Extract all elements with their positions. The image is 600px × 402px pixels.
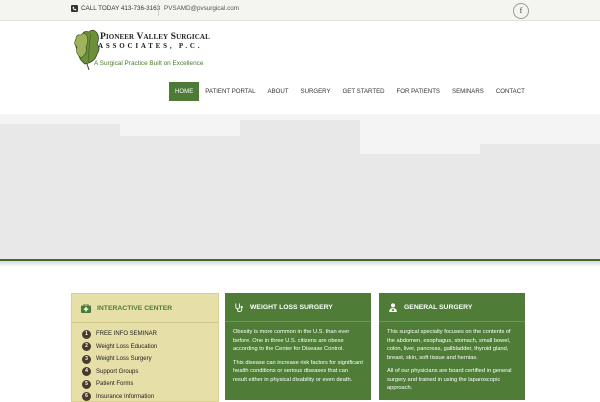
top-bar: CALL TODAY 413-736-3163 PVSAMD@pvsurgica… [0, 0, 600, 21]
card-title: GENERAL SURGERY [404, 304, 472, 311]
brand-name-line2[interactable]: ASSOCIATES, P.C. [98, 42, 202, 50]
nav-surgery[interactable]: SURGERY [295, 82, 337, 101]
email-link[interactable]: PVSAMD@pvsurgical.com [164, 5, 239, 12]
card-header: INTERACTIVE CENTER [72, 294, 218, 323]
hero-shadow [0, 261, 600, 267]
general-surgery-card: GENERAL SURGERY This surgical specialty … [379, 293, 525, 400]
weight-loss-surgery-card: WEIGHT LOSS SURGERY Obesity is more comm… [225, 293, 371, 400]
number-badge: 4 [82, 367, 91, 376]
list-item[interactable]: 5 Patient Forms [82, 378, 208, 391]
card-paragraph: All of our physicians are board certifie… [387, 367, 517, 393]
interactive-center-card: INTERACTIVE CENTER 1 FREE INFO SEMINAR 2W… [71, 293, 219, 402]
list-item-label: Patient Forms [96, 381, 133, 387]
number-badge: 2 [82, 342, 91, 351]
list-item[interactable]: 4 Support Groups [82, 366, 208, 379]
list-item-label: Weight Loss Education [96, 344, 157, 350]
list-item[interactable]: 6Insurance Information [82, 391, 208, 402]
card-header: GENERAL SURGERY [379, 293, 525, 322]
hero-tile [360, 114, 480, 154]
list-item-label: Insurance Information [96, 394, 154, 400]
card-paragraph: Obesity is more common in the U.S. than … [233, 328, 363, 354]
list-item-label: FREE INFO SEMINAR [96, 331, 157, 337]
phone-contact[interactable]: CALL TODAY 413-736-3163 [71, 5, 160, 12]
hero-tile [240, 114, 360, 120]
list-item[interactable]: 3 Weight Loss Surgery [82, 353, 208, 366]
nav-get-started[interactable]: GET STARTED [337, 82, 391, 101]
doctor-icon [388, 303, 398, 312]
interactive-list: 1 FREE INFO SEMINAR 2 Weight Loss Educatio… [72, 323, 218, 402]
nav-contact[interactable]: CONTACT [490, 82, 531, 101]
card-title: INTERACTIVE CENTER [97, 305, 172, 312]
list-item[interactable]: 1 FREE INFO SEMINAR [82, 328, 208, 341]
main-nav: HOME PATIENT PORTAL ABOUT SURGERY GET ST… [169, 82, 531, 101]
hero-tile [480, 114, 600, 144]
number-badge: 3 [82, 355, 91, 364]
card-header: WEIGHT LOSS SURGERY [225, 293, 371, 322]
card-paragraph: This disease can increase risk factors f… [233, 359, 363, 385]
phone-text: CALL TODAY 413-736-3163 [81, 5, 160, 12]
brand-name-line1[interactable]: Pioneer Valley Surgical [100, 31, 210, 42]
list-item-label: Support Groups [96, 369, 138, 375]
topbar-divider [158, 4, 159, 16]
card-body: Obesity is more common in the U.S. than … [225, 322, 371, 395]
card-paragraph: This surgical specialty focuses on the c… [387, 328, 517, 362]
phone-icon [71, 5, 78, 12]
list-item-label: Weight Loss Surgery [96, 356, 152, 362]
first-aid-icon [81, 304, 91, 313]
number-badge: 1 [82, 330, 91, 339]
card-title: WEIGHT LOSS SURGERY [250, 304, 333, 311]
nav-home[interactable]: HOME [169, 82, 199, 101]
card-body: This surgical specialty focuses on the c… [379, 322, 525, 400]
nav-about[interactable]: ABOUT [262, 82, 295, 101]
brand-tagline: A Surgical Practice Built on Excellence [94, 60, 203, 67]
hero-slider[interactable] [0, 114, 600, 259]
nav-for-patients[interactable]: FOR PATIENTS [391, 82, 446, 101]
nav-patient-portal[interactable]: PATIENT PORTAL [199, 82, 261, 101]
stethoscope-icon [234, 303, 244, 312]
hero-tile [120, 114, 240, 136]
number-badge: 5 [82, 380, 91, 389]
list-item[interactable]: 2 Weight Loss Education [82, 341, 208, 354]
nav-seminars[interactable]: SEMINARS [446, 82, 490, 101]
facebook-icon[interactable]: f [513, 3, 529, 19]
hero-tile [0, 114, 120, 124]
